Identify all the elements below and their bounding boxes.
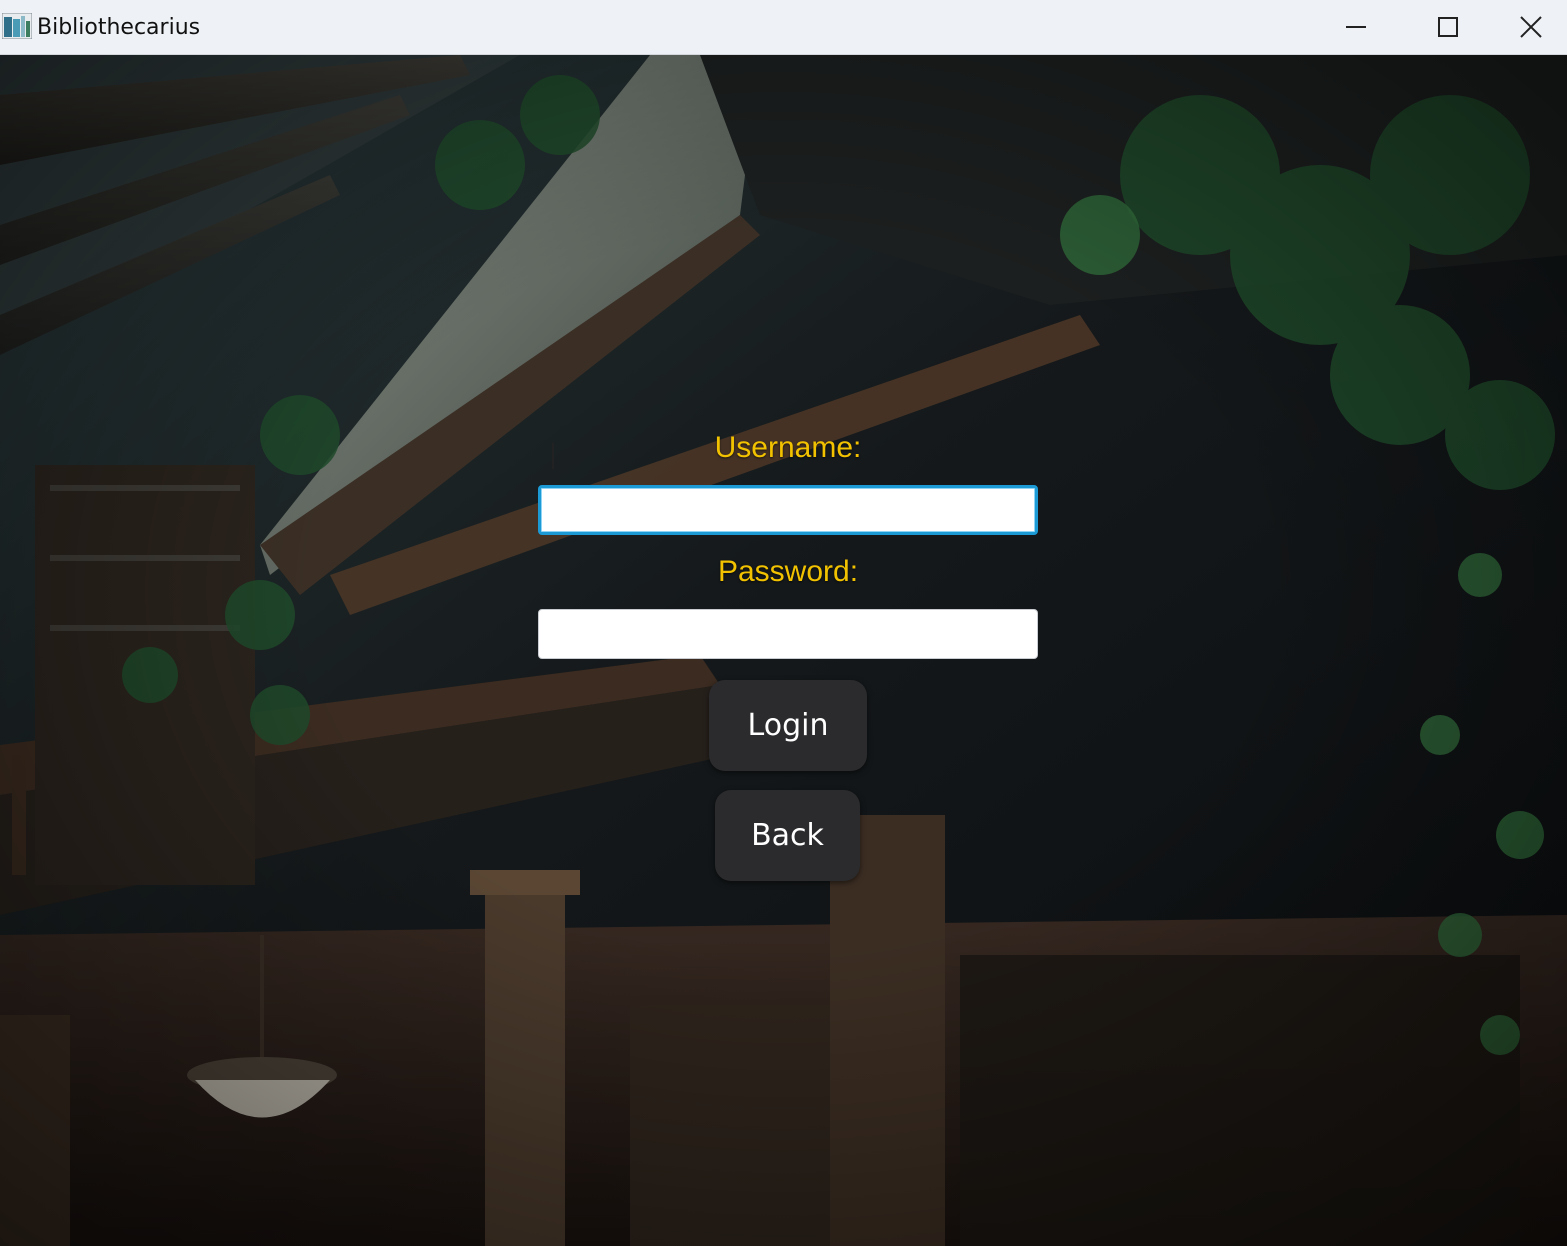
username-input[interactable]: [538, 485, 1038, 535]
login-button[interactable]: Login: [709, 680, 867, 771]
close-icon: [1519, 16, 1542, 38]
window-title: Bibliothecarius: [37, 15, 201, 40]
minimize-icon: [1346, 26, 1366, 28]
close-button[interactable]: [1494, 0, 1567, 54]
app-icon: [2, 13, 32, 39]
password-label: Password:: [717, 555, 859, 588]
password-input[interactable]: [538, 609, 1038, 659]
back-button[interactable]: Back: [715, 790, 860, 881]
title-bar[interactable]: Bibliothecarius: [0, 0, 1567, 55]
text-caret: [552, 443, 554, 469]
maximize-icon: [1438, 17, 1458, 37]
login-form: Username: Password: Login Back: [0, 55, 1567, 1246]
username-label: Username:: [714, 431, 862, 464]
maximize-button[interactable]: [1402, 0, 1494, 54]
minimize-button[interactable]: [1310, 0, 1402, 54]
app-window: Bibliothecarius Username: Password: Logi…: [0, 0, 1567, 1246]
